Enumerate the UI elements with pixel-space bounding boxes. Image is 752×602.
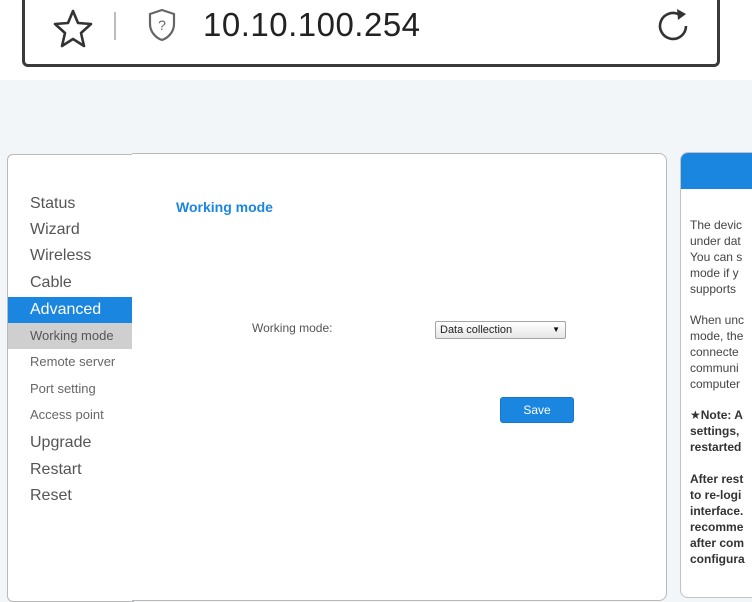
main-panel: Working mode Working mode: Data collecti…	[132, 153, 667, 601]
sidebar-subitem-working-mode[interactable]: Working mode	[8, 323, 132, 349]
sidebar-item-cable[interactable]: Cable	[8, 270, 132, 296]
address-bar-divider	[114, 12, 116, 40]
address-bar[interactable]: ? 10.10.100.254	[22, 0, 720, 67]
sidebar-item-status[interactable]: Status	[8, 191, 132, 217]
help-paragraph-3: After rest to re-logi interface. recomme…	[690, 472, 745, 566]
sidebar-item-upgrade[interactable]: Upgrade	[8, 430, 132, 456]
sidebar-item-wireless[interactable]: Wireless	[8, 243, 132, 269]
sidebar-item-restart[interactable]: Restart	[8, 457, 132, 483]
help-panel-header	[681, 153, 752, 189]
help-paragraph-1: The devic under dat You can s mode if y …	[690, 218, 743, 296]
working-mode-select[interactable]: Data collection ▼	[435, 321, 566, 339]
sidebar-subitem-port-setting[interactable]: Port setting	[8, 376, 132, 402]
sidebar-item-reset[interactable]: Reset	[8, 483, 132, 509]
sidebar-menu: Status Wizard Wireless Cable Advanced Wo…	[7, 154, 134, 602]
working-mode-select-value: Data collection	[440, 324, 513, 336]
save-button[interactable]: Save	[500, 397, 574, 423]
help-panel: The devic under dat You can s mode if y …	[680, 152, 752, 598]
working-mode-label: Working mode:	[252, 321, 333, 335]
star-icon[interactable]	[53, 8, 93, 48]
svg-text:?: ?	[158, 17, 166, 33]
page-title: Working mode	[176, 199, 273, 215]
sidebar-item-wizard[interactable]: Wizard	[8, 217, 132, 243]
help-paragraph-2: When unc mode, the connecte communi comp…	[690, 313, 745, 391]
browser-toolbar: ? 10.10.100.254	[0, 0, 752, 80]
url-text[interactable]: 10.10.100.254	[203, 6, 421, 44]
dropdown-arrow-icon: ▼	[552, 325, 560, 334]
sidebar-subitem-access-point[interactable]: Access point	[8, 402, 132, 428]
sidebar-subitem-remote-server[interactable]: Remote server	[8, 349, 132, 375]
help-note: ★Note: A settings, restarted	[690, 408, 743, 454]
reload-icon[interactable]	[653, 6, 693, 46]
sidebar-item-advanced[interactable]: Advanced	[8, 297, 132, 323]
shield-question-icon[interactable]: ?	[147, 8, 177, 42]
